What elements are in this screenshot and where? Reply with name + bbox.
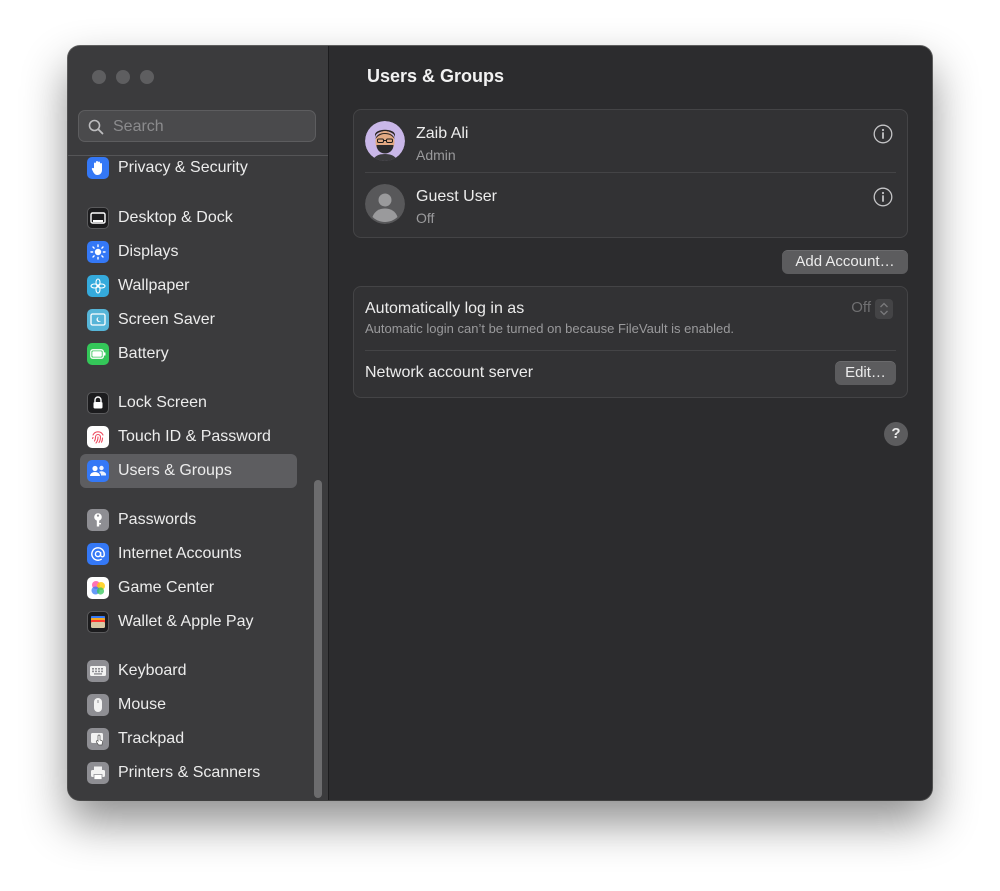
window-controls xyxy=(92,70,154,84)
user-name: Guest User xyxy=(416,188,497,205)
sidebar-item-screen-saver[interactable]: Screen Saver xyxy=(80,303,297,337)
users-list: Zaib Ali Admin Guest User Off xyxy=(353,109,908,238)
auto-login-subtitle: Automatic login can’t be turned on becau… xyxy=(365,321,735,336)
popup-stepper-icon[interactable] xyxy=(875,299,893,319)
close-window-button[interactable] xyxy=(92,70,106,84)
user-row-guest-user[interactable]: Guest User Off xyxy=(354,173,907,235)
user-name: Zaib Ali xyxy=(416,125,469,142)
sun-icon xyxy=(87,241,109,263)
sidebar-item-label: Trackpad xyxy=(118,730,185,747)
hand-icon xyxy=(87,157,109,179)
sidebar-item-keyboard[interactable]: Keyboard xyxy=(80,654,297,688)
sidebar-item-wallet-apple-pay[interactable]: Wallet & Apple Pay xyxy=(80,605,297,639)
mouse-icon xyxy=(87,694,109,716)
sidebar-item-passwords[interactable]: Passwords xyxy=(80,503,297,537)
sidebar-item-desktop-dock[interactable]: Desktop & Dock xyxy=(80,201,297,235)
key-icon xyxy=(87,509,109,531)
help-button[interactable]: ? xyxy=(884,422,908,446)
sidebar-item-label: Desktop & Dock xyxy=(118,209,233,226)
fingerprint-icon xyxy=(87,426,109,448)
sidebar-item-wallpaper[interactable]: Wallpaper xyxy=(80,269,297,303)
sidebar-item-label: Keyboard xyxy=(118,662,187,679)
sidebar-item-privacy-security[interactable]: Privacy & Security xyxy=(80,151,297,185)
content-pane: Users & Groups Zaib Ali Admin Guest User… xyxy=(329,46,932,800)
zoom-window-button[interactable] xyxy=(140,70,154,84)
sidebar-item-label: Lock Screen xyxy=(118,394,207,411)
sidebar-item-game-center[interactable]: Game Center xyxy=(80,571,297,605)
network-server-title: Network account server xyxy=(365,364,534,381)
search-input[interactable] xyxy=(111,111,315,143)
auto-login-value[interactable]: Off xyxy=(851,299,871,316)
add-account-button[interactable]: Add Account… xyxy=(782,250,908,274)
sidebar-item-label: Printers & Scanners xyxy=(118,764,261,781)
sidebar-item-label: Passwords xyxy=(118,511,197,528)
screen-saver-icon xyxy=(87,309,109,331)
sidebar-item-battery[interactable]: Battery xyxy=(80,337,297,371)
search-field[interactable] xyxy=(78,110,316,143)
sidebar-item-label: Touch ID & Password xyxy=(118,428,271,445)
search-icon xyxy=(88,119,104,135)
row-divider xyxy=(365,350,896,351)
memoji-avatar xyxy=(365,121,405,161)
info-icon[interactable] xyxy=(873,187,893,207)
sidebar-item-label: Battery xyxy=(118,345,169,362)
user-row-zaib-ali[interactable]: Zaib Ali Admin xyxy=(354,110,907,172)
sidebar-item-label: Screen Saver xyxy=(118,311,215,328)
at-icon xyxy=(87,543,109,565)
sidebar-item-label: Displays xyxy=(118,243,179,260)
login-settings-group: Automatically log in as Automatic login … xyxy=(353,286,908,398)
sidebar-item-label: Wallet & Apple Pay xyxy=(118,613,254,630)
sidebar-item-touch-id-password[interactable]: Touch ID & Password xyxy=(80,420,297,454)
wallet-icon xyxy=(87,611,109,633)
sidebar-item-label: Privacy & Security xyxy=(118,159,248,176)
page-title: Users & Groups xyxy=(367,66,505,86)
user-role: Admin xyxy=(416,147,456,163)
battery-icon xyxy=(87,343,109,365)
game-center-icon xyxy=(87,577,109,599)
trackpad-icon xyxy=(87,728,109,750)
generic-user-avatar xyxy=(365,184,405,224)
sidebar-item-label: Wallpaper xyxy=(118,277,190,294)
sidebar-item-label: Internet Accounts xyxy=(118,545,242,562)
dock-icon xyxy=(87,207,109,229)
printer-icon xyxy=(87,762,109,784)
sidebar-item-label: Users & Groups xyxy=(118,462,232,479)
sidebar-item-mouse[interactable]: Mouse xyxy=(80,688,297,722)
sidebar-item-printers-scanners[interactable]: Printers & Scanners xyxy=(80,756,297,790)
sidebar: Privacy & Security Desktop & Dock Displa… xyxy=(68,46,329,800)
edit-button[interactable]: Edit… xyxy=(835,361,896,385)
flower-icon xyxy=(87,275,109,297)
minimize-window-button[interactable] xyxy=(116,70,130,84)
sidebar-item-users-groups[interactable]: Users & Groups xyxy=(80,454,297,488)
settings-window: Privacy & Security Desktop & Dock Displa… xyxy=(68,46,932,800)
sidebar-scrollbar[interactable] xyxy=(314,480,322,798)
users-icon xyxy=(87,460,109,482)
keyboard-icon xyxy=(87,660,109,682)
sidebar-item-internet-accounts[interactable]: Internet Accounts xyxy=(80,537,297,571)
sidebar-item-trackpad[interactable]: Trackpad xyxy=(80,722,297,756)
user-role: Off xyxy=(416,210,435,226)
sidebar-item-label: Mouse xyxy=(118,696,167,713)
info-icon[interactable] xyxy=(873,124,893,144)
sidebar-item-displays[interactable]: Displays xyxy=(80,235,297,269)
auto-login-title: Automatically log in as xyxy=(365,300,525,317)
sidebar-item-label: Game Center xyxy=(118,579,215,596)
lock-icon xyxy=(87,392,109,414)
sidebar-item-lock-screen[interactable]: Lock Screen xyxy=(80,386,297,420)
